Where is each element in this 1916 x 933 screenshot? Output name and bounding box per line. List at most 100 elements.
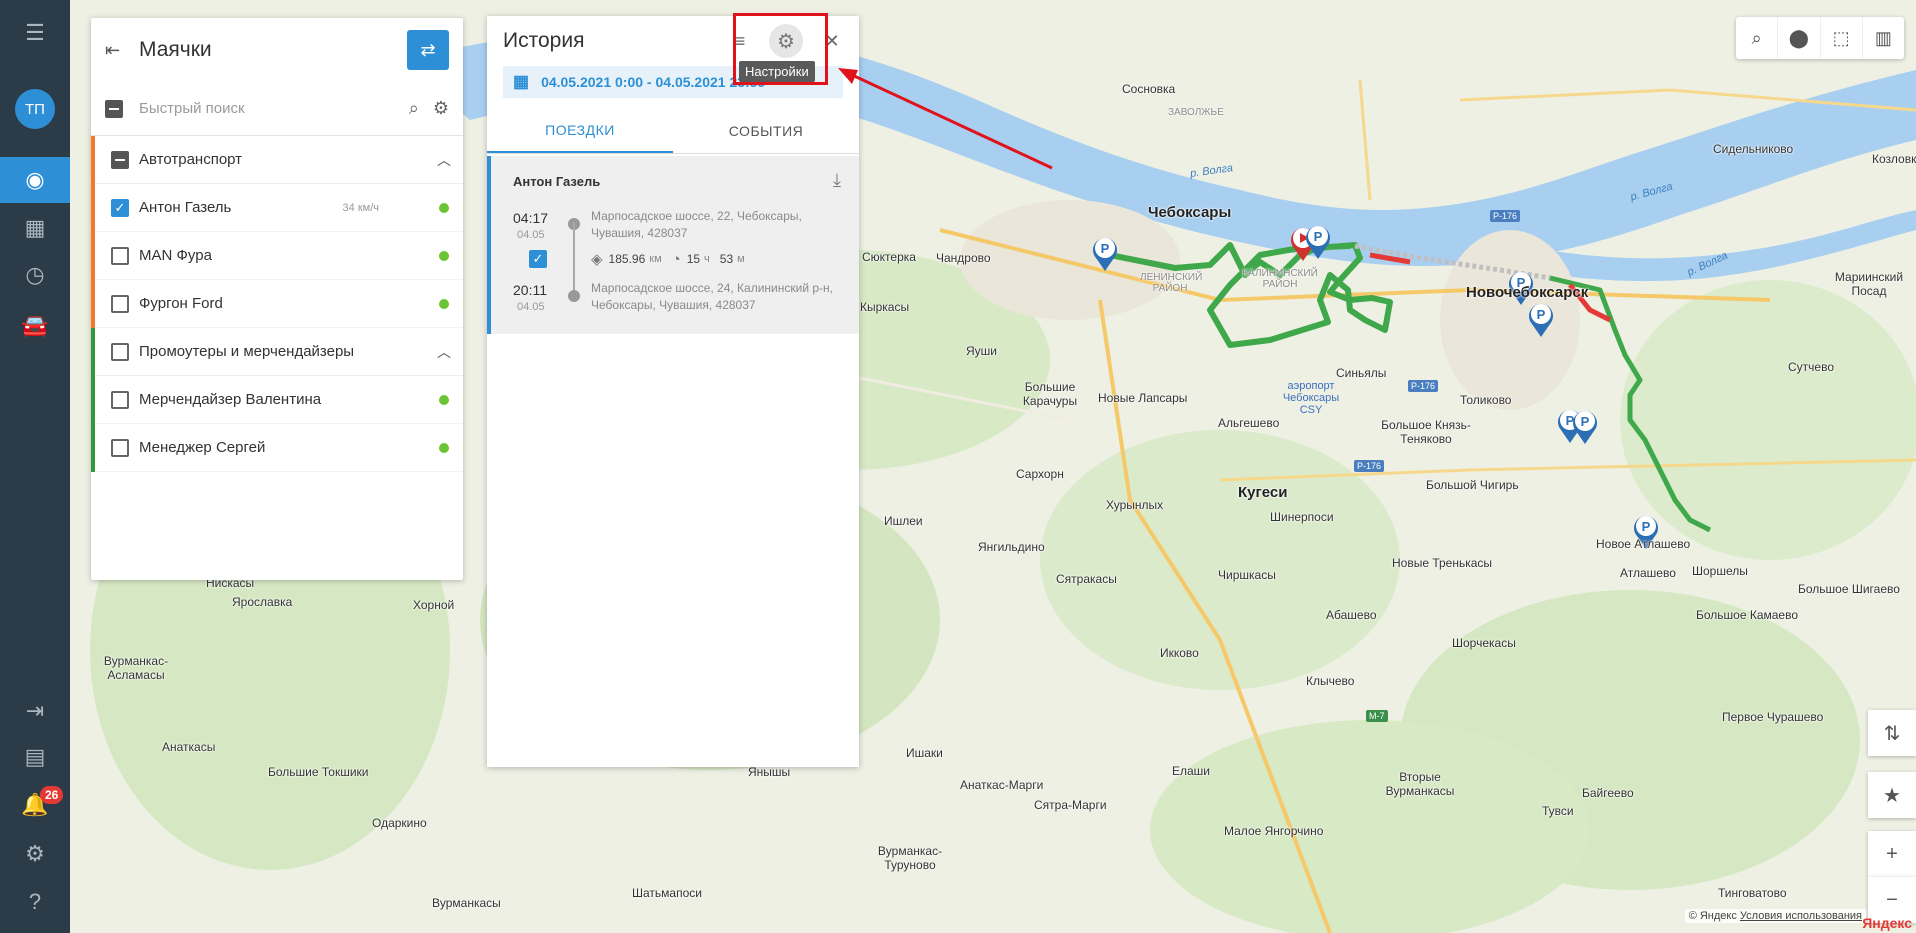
notification-badge: 26	[40, 786, 64, 804]
date-range-value: 04.05.2021 0:00 - 04.05.2021 23:59	[541, 74, 766, 90]
item-checkbox[interactable]	[111, 246, 129, 265]
start-address: Марпосадское шоссе, 22, Чебоксары, Чуваш…	[591, 209, 802, 240]
group-name: Автотранспорт	[139, 151, 243, 168]
end-node	[568, 290, 580, 302]
village-label: Хурынлых	[1106, 498, 1164, 512]
area-select-icon[interactable]: ⬚	[1821, 17, 1863, 59]
logout-icon[interactable]: ⇥	[0, 688, 70, 734]
village-label: Тинговатово	[1718, 886, 1787, 900]
svg-text:P: P	[1101, 241, 1110, 256]
download-icon[interactable]: ⤓	[833, 170, 841, 191]
tab-trips[interactable]: ПОЕЗДКИ	[487, 108, 673, 153]
chevron-up-icon[interactable]: ︿	[437, 342, 451, 362]
favorite-star-icon[interactable]: ★	[1868, 772, 1916, 818]
chevron-up-icon[interactable]: ︿	[437, 150, 451, 170]
village-label: Большое Шигаево	[1798, 582, 1900, 596]
group-checkbox[interactable]	[111, 150, 129, 169]
item-checkbox[interactable]	[111, 390, 129, 409]
road-badge: Р-176	[1408, 380, 1439, 392]
list-item[interactable]: Менеджер Сергей	[95, 424, 463, 472]
collapse-menu-icon[interactable]: ⇤	[105, 40, 131, 61]
chart-icon[interactable]: ▦	[0, 205, 70, 251]
map-layers-icon[interactable]: ▥	[1863, 17, 1904, 59]
parking-marker[interactable]: P	[1526, 300, 1556, 338]
village-label: Вурманкасы	[432, 896, 501, 910]
search-input[interactable]	[139, 100, 395, 117]
city-label: Новочебоксарск	[1466, 284, 1589, 301]
zoom-in-button[interactable]: +	[1868, 831, 1916, 877]
village-label: Большой Чигирь	[1426, 478, 1519, 492]
item-name: MAN Фура	[139, 247, 212, 264]
list-item[interactable]: Фургон Ford	[95, 280, 463, 328]
item-checkbox[interactable]: ✓	[111, 198, 129, 217]
village-label: Чандрово	[936, 251, 991, 265]
village-label: Сюктерка	[862, 250, 916, 264]
select-all-checkbox[interactable]	[105, 99, 123, 118]
location-pin-icon[interactable]: ⬤	[1778, 17, 1821, 59]
item-name: Менеджер Сергей	[139, 439, 266, 456]
globe-icon[interactable]: ◉	[0, 157, 70, 203]
gear-icon[interactable]: ⚙	[0, 831, 70, 877]
city-label: Чебоксары	[1148, 204, 1232, 221]
parking-marker[interactable]: P	[1570, 407, 1600, 445]
village-label: Большое Князь-Теняково	[1381, 418, 1471, 446]
village-label: Козловк	[1872, 152, 1916, 166]
list-item[interactable]: MAN Фура	[95, 232, 463, 280]
city-label: Кугеси	[1238, 484, 1288, 501]
item-checkbox[interactable]	[111, 438, 129, 457]
map-copyright: © Яндекс Условия использования	[1684, 909, 1866, 923]
clock-icon[interactable]: ◷	[0, 252, 70, 298]
yandex-logo: Яндекс	[1862, 915, 1912, 931]
hours-unit: ч	[704, 253, 710, 265]
trip-card[interactable]: Антон Газель ⤓ 04:17 04.05 Марпосадское …	[487, 156, 859, 334]
collapse-icon[interactable]: ☰	[0, 10, 70, 56]
list-item[interactable]: ✓ Антон Газель 34 км/ч	[95, 184, 463, 232]
minutes-unit: м	[737, 253, 745, 265]
filter-button[interactable]: ⇄	[407, 30, 449, 70]
village-label: Байгеево	[1582, 786, 1634, 800]
chat-icon[interactable]: ▤	[0, 734, 70, 780]
panel-title: Маячки	[139, 38, 212, 61]
parking-marker[interactable]: P	[1090, 234, 1120, 272]
app-rail: ☰ ТП ◉ ▦ ◷ 🚘 ⇥ ▤ 🔔 26 ⚙ ?	[0, 0, 70, 933]
svg-text:P: P	[1581, 414, 1590, 429]
village-label: Первое Чурашево	[1722, 710, 1824, 724]
group-checkbox[interactable]	[111, 342, 129, 361]
village-label: Новое Атлашево	[1596, 537, 1691, 551]
search-icon[interactable]: ⌕	[409, 98, 419, 119]
highlight-box	[733, 13, 828, 85]
village-label: Анаткасы	[162, 740, 216, 754]
search-icon[interactable]: ⌕	[1736, 17, 1779, 59]
calendar-icon: ▦	[513, 72, 530, 91]
village-label: Новые Лапсары	[1098, 391, 1188, 405]
trip-stats: ◈ 185.96 км ◔ 15 ч 53 м	[591, 250, 755, 269]
end-address: Марпосадское шоссе, 24, Калининский р-н,…	[591, 281, 833, 312]
village-label: Вурманкас-Туруново	[877, 844, 943, 872]
terms-link[interactable]: Условия использования	[1740, 910, 1862, 922]
village-label: Елаши	[1172, 764, 1211, 778]
copyright-text: © Яндекс	[1688, 910, 1737, 922]
map-toolbar: ⌕ ⬤ ⬚ ▥	[1736, 17, 1904, 59]
district-label: КАЛИНИНСКИЙ РАЙОН	[1242, 268, 1318, 290]
settings-gear-icon[interactable]: ⚙	[433, 98, 449, 119]
list-item[interactable]: Мерчендайзер Валентина	[95, 376, 463, 424]
village-label: Абашево	[1326, 608, 1377, 622]
village-label: Янгильдино	[978, 540, 1045, 554]
avatar[interactable]: ТП	[15, 89, 55, 129]
village-label: Мариинский Посад	[1834, 270, 1904, 298]
village-label: Ишаки	[906, 746, 943, 760]
car-icon[interactable]: 🚘	[0, 303, 70, 349]
help-icon[interactable]: ?	[0, 879, 70, 925]
history-panel: История ≡ ⚙ ✕ ▦ 04.05.2021 0:00 - 04.05.…	[487, 16, 859, 767]
village-label: Икково	[1160, 646, 1199, 660]
parking-marker[interactable]: P	[1303, 222, 1333, 260]
village-label: Большое Камаево	[1696, 608, 1799, 622]
trip-checkbox[interactable]: ✓	[529, 250, 547, 268]
item-checkbox[interactable]	[111, 294, 129, 313]
village-label: Ярославка	[232, 595, 293, 609]
district-label: ЛЕНИНСКИЙ РАЙОН	[1140, 272, 1203, 294]
svg-text:P: P	[1537, 307, 1546, 322]
village-label: Шоршелы	[1692, 564, 1748, 578]
tab-events[interactable]: СОБЫТИЯ	[673, 108, 859, 153]
route-toggle-icon[interactable]: ⇅	[1868, 710, 1916, 756]
